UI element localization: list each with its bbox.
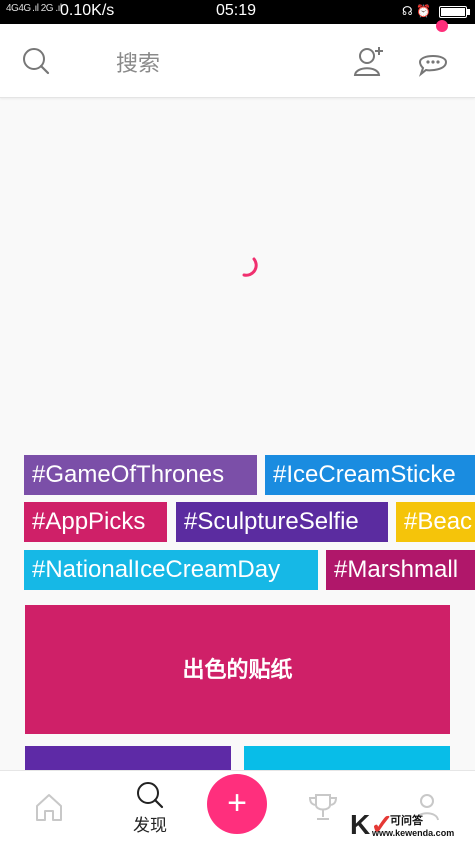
watermark-logo: K✓ 可问答 www.kewenda.com — [350, 808, 470, 842]
search-icon[interactable] — [22, 47, 50, 75]
chat-icon[interactable] — [416, 46, 450, 78]
network-speed: 0.10K/s — [60, 2, 115, 19]
battery-tip — [467, 9, 470, 15]
trophy-icon[interactable] — [306, 791, 340, 825]
clock: 05:19 — [216, 2, 257, 19]
status-bar: 4G4G .ıl 2G .ıl 0.10K/s 05:19 ☊ ⏰ — [0, 0, 475, 24]
discover-search-icon — [137, 782, 164, 809]
featured-sticker-card[interactable]: 出色的贴纸 — [25, 605, 450, 734]
network-indicator: 4G4G .ıl 2G .ıl — [6, 3, 62, 14]
tag-chip[interactable]: #IceCreamSticke — [265, 455, 475, 495]
watermark-url: www.kewenda.com — [372, 828, 455, 838]
nav-discover[interactable]: 发现 — [128, 781, 172, 837]
top-bar: 搜索 — [0, 24, 475, 98]
tag-chip[interactable]: #Marshmall — [326, 550, 475, 590]
app-screen: 4G4G .ıl 2G .ıl 0.10K/s 05:19 ☊ ⏰ 搜索 #Ga… — [0, 0, 475, 844]
create-button[interactable]: + — [207, 774, 267, 834]
loading-spinner-icon — [242, 257, 258, 277]
tag-chip[interactable]: #SculptureSelfie — [176, 502, 388, 542]
search-input[interactable]: 搜索 — [116, 46, 160, 78]
watermark-name: 可问答 — [390, 815, 423, 827]
alarm-icon: ⏰ — [416, 4, 431, 18]
battery-icon — [439, 6, 467, 18]
tag-chip[interactable]: #Beac — [396, 502, 475, 542]
tag-chip[interactable]: #AppPicks — [24, 502, 167, 542]
tag-chip[interactable]: #NationalIceCreamDay — [24, 550, 318, 590]
headset-icon: ☊ — [402, 4, 413, 18]
status-icons: ☊ ⏰ — [402, 4, 431, 18]
tag-chip[interactable]: #GameOfThrones — [24, 455, 257, 495]
nav-discover-label: 发现 — [133, 816, 167, 835]
home-icon[interactable] — [33, 791, 65, 823]
notification-dot — [436, 20, 448, 32]
add-user-icon[interactable] — [352, 44, 386, 78]
